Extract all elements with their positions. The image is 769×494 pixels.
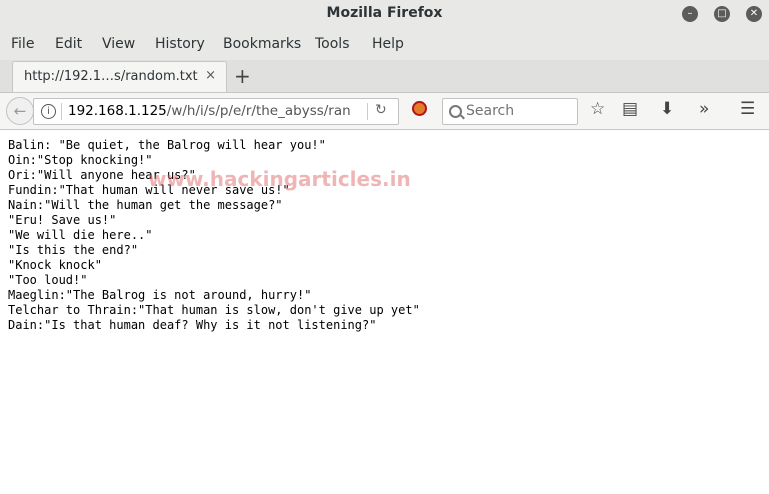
reload-separator (367, 103, 368, 120)
text-line: Oin:"Stop knocking!" (8, 153, 153, 167)
title-bar: Mozilla Firefox – □ ✕ (0, 0, 769, 28)
hamburger-menu-icon[interactable]: ☰ (740, 99, 755, 119)
window-title: Mozilla Firefox (326, 5, 443, 21)
text-line: Maeglin:"The Balrog is not around, hurry… (8, 288, 312, 302)
url-host: 192.168.1.125 (68, 103, 167, 119)
minimize-button[interactable]: – (682, 6, 698, 22)
overflow-menu-icon[interactable]: » (699, 99, 709, 119)
tab-random-txt[interactable]: http://192.1…s/random.txt × (12, 61, 227, 92)
reload-icon[interactable]: ↻ (375, 102, 387, 118)
navigation-toolbar: ← i 192.168.1.125/w/h/i/s/p/e/r/the_abys… (0, 93, 769, 130)
search-icon (449, 105, 462, 118)
search-input[interactable]: Search (442, 98, 578, 125)
reading-list-icon[interactable]: ▤ (622, 99, 638, 119)
tab-bar: http://192.1…s/random.txt × + (0, 60, 769, 93)
info-icon[interactable]: i (41, 104, 56, 119)
close-tab-icon[interactable]: × (205, 68, 216, 83)
url-path: /w/h/i/s/p/e/r/the_abyss/ran (166, 103, 351, 119)
url-bar[interactable]: i 192.168.1.125/w/h/i/s/p/e/r/the_abyss/… (33, 98, 399, 125)
text-line: Balin: "Be quiet, the Balrog will hear y… (8, 138, 326, 152)
menu-view[interactable]: View (102, 36, 135, 52)
watermark: www.hackingarticles.in (148, 167, 411, 191)
menu-history[interactable]: History (155, 36, 205, 52)
menu-bar: File Edit View History Bookmarks Tools H… (0, 28, 769, 60)
menu-edit[interactable]: Edit (55, 36, 82, 52)
text-line: "We will die here.." (8, 228, 153, 242)
bookmark-star-icon[interactable]: ☆ (590, 99, 605, 119)
text-line: "Eru! Save us!" (8, 213, 117, 227)
close-window-button[interactable]: ✕ (746, 6, 762, 22)
url-separator (61, 103, 62, 120)
menu-tools[interactable]: Tools (315, 36, 350, 52)
back-button[interactable]: ← (6, 97, 34, 125)
menu-bookmarks[interactable]: Bookmarks (223, 36, 301, 52)
addon-icon[interactable] (412, 101, 427, 116)
search-placeholder: Search (466, 103, 515, 119)
url-text[interactable]: 192.168.1.125/w/h/i/s/p/e/r/the_abyss/ra… (68, 103, 368, 119)
text-line: Telchar to Thrain:"That human is slow, d… (8, 303, 420, 317)
downloads-icon[interactable]: ⬇ (660, 99, 674, 119)
tab-title: http://192.1…s/random.txt (24, 69, 198, 84)
text-line: "Is this the end?" (8, 243, 139, 257)
menu-help[interactable]: Help (372, 36, 404, 52)
text-line: Dain:"Is that human deaf? Why is it not … (8, 318, 377, 332)
menu-file[interactable]: File (11, 36, 34, 52)
text-line: Nain:"Will the human get the message?" (8, 198, 283, 212)
new-tab-button[interactable]: + (234, 64, 251, 88)
text-line: "Knock knock" (8, 258, 102, 272)
maximize-button[interactable]: □ (714, 6, 730, 22)
text-line: "Too loud!" (8, 273, 88, 287)
